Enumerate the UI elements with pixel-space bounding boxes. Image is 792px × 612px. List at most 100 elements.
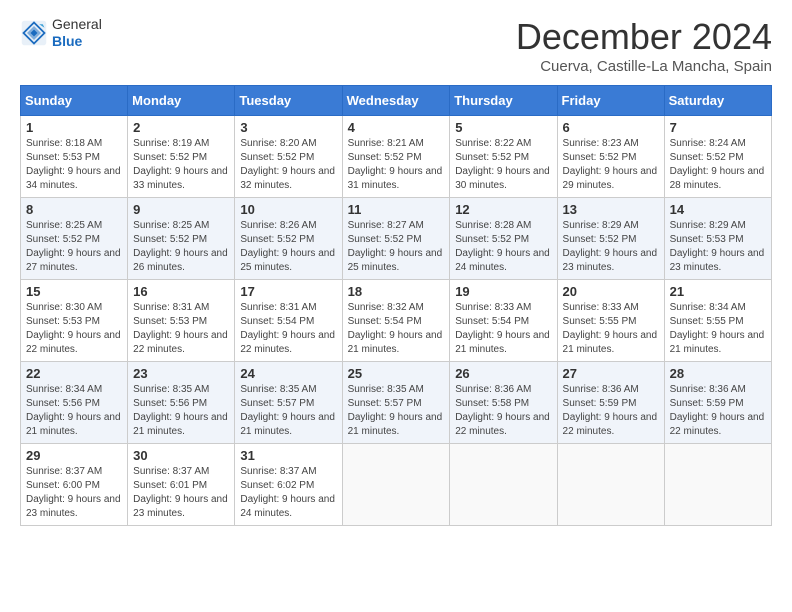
day-number: 9 (133, 202, 229, 217)
day-number: 23 (133, 366, 229, 381)
day-number: 2 (133, 120, 229, 135)
day-number: 7 (670, 120, 766, 135)
day-info: Sunrise: 8:35 AM Sunset: 5:56 PM Dayligh… (133, 383, 229, 439)
day-info: Sunrise: 8:28 AM Sunset: 5:52 PM Dayligh… (455, 219, 551, 275)
header-thursday: Thursday (450, 86, 557, 116)
day-info: Sunrise: 8:20 AM Sunset: 5:52 PM Dayligh… (240, 137, 336, 193)
calendar-header-row: Sunday Monday Tuesday Wednesday Thursday… (21, 86, 772, 116)
day-number: 22 (26, 366, 122, 381)
day-number: 20 (563, 284, 659, 299)
day-number: 26 (455, 366, 551, 381)
day-number: 8 (26, 202, 122, 217)
header-tuesday: Tuesday (235, 86, 342, 116)
day-number: 13 (563, 202, 659, 217)
table-row: 22 Sunrise: 8:34 AM Sunset: 5:56 PM Dayl… (21, 362, 128, 444)
table-row: 6 Sunrise: 8:23 AM Sunset: 5:52 PM Dayli… (557, 116, 664, 198)
table-row: 4 Sunrise: 8:21 AM Sunset: 5:52 PM Dayli… (342, 116, 450, 198)
day-number: 16 (133, 284, 229, 299)
calendar-week-row: 29 Sunrise: 8:37 AM Sunset: 6:00 PM Dayl… (21, 444, 772, 526)
table-row: 30 Sunrise: 8:37 AM Sunset: 6:01 PM Dayl… (128, 444, 235, 526)
header-sunday: Sunday (21, 86, 128, 116)
table-row: 17 Sunrise: 8:31 AM Sunset: 5:54 PM Dayl… (235, 280, 342, 362)
logo-blue-text: Blue (52, 33, 102, 50)
day-info: Sunrise: 8:29 AM Sunset: 5:52 PM Dayligh… (563, 219, 659, 275)
table-row: 27 Sunrise: 8:36 AM Sunset: 5:59 PM Dayl… (557, 362, 664, 444)
calendar-week-row: 8 Sunrise: 8:25 AM Sunset: 5:52 PM Dayli… (21, 198, 772, 280)
table-row: 20 Sunrise: 8:33 AM Sunset: 5:55 PM Dayl… (557, 280, 664, 362)
day-number: 17 (240, 284, 336, 299)
day-number: 19 (455, 284, 551, 299)
table-row (557, 444, 664, 526)
day-info: Sunrise: 8:26 AM Sunset: 5:52 PM Dayligh… (240, 219, 336, 275)
table-row: 12 Sunrise: 8:28 AM Sunset: 5:52 PM Dayl… (450, 198, 557, 280)
table-row (664, 444, 771, 526)
calendar-week-row: 1 Sunrise: 8:18 AM Sunset: 5:53 PM Dayli… (21, 116, 772, 198)
page-header: General Blue December 2024 Cuerva, Casti… (20, 16, 772, 75)
table-row: 13 Sunrise: 8:29 AM Sunset: 5:52 PM Dayl… (557, 198, 664, 280)
table-row: 1 Sunrise: 8:18 AM Sunset: 5:53 PM Dayli… (21, 116, 128, 198)
title-block: December 2024 Cuerva, Castille-La Mancha… (516, 16, 772, 75)
table-row: 19 Sunrise: 8:33 AM Sunset: 5:54 PM Dayl… (450, 280, 557, 362)
header-friday: Friday (557, 86, 664, 116)
day-number: 12 (455, 202, 551, 217)
day-info: Sunrise: 8:37 AM Sunset: 6:01 PM Dayligh… (133, 465, 229, 521)
table-row: 2 Sunrise: 8:19 AM Sunset: 5:52 PM Dayli… (128, 116, 235, 198)
day-info: Sunrise: 8:27 AM Sunset: 5:52 PM Dayligh… (348, 219, 445, 275)
day-number: 10 (240, 202, 336, 217)
table-row (450, 444, 557, 526)
day-info: Sunrise: 8:19 AM Sunset: 5:52 PM Dayligh… (133, 137, 229, 193)
day-info: Sunrise: 8:23 AM Sunset: 5:52 PM Dayligh… (563, 137, 659, 193)
header-monday: Monday (128, 86, 235, 116)
day-info: Sunrise: 8:35 AM Sunset: 5:57 PM Dayligh… (348, 383, 445, 439)
logo: General Blue (20, 16, 102, 50)
day-number: 24 (240, 366, 336, 381)
day-info: Sunrise: 8:36 AM Sunset: 5:59 PM Dayligh… (670, 383, 766, 439)
table-row: 8 Sunrise: 8:25 AM Sunset: 5:52 PM Dayli… (21, 198, 128, 280)
calendar-week-row: 22 Sunrise: 8:34 AM Sunset: 5:56 PM Dayl… (21, 362, 772, 444)
table-row: 29 Sunrise: 8:37 AM Sunset: 6:00 PM Dayl… (21, 444, 128, 526)
table-row: 9 Sunrise: 8:25 AM Sunset: 5:52 PM Dayli… (128, 198, 235, 280)
day-info: Sunrise: 8:22 AM Sunset: 5:52 PM Dayligh… (455, 137, 551, 193)
day-info: Sunrise: 8:30 AM Sunset: 5:53 PM Dayligh… (26, 301, 122, 357)
table-row: 25 Sunrise: 8:35 AM Sunset: 5:57 PM Dayl… (342, 362, 450, 444)
day-number: 3 (240, 120, 336, 135)
day-number: 14 (670, 202, 766, 217)
calendar-table: Sunday Monday Tuesday Wednesday Thursday… (20, 85, 772, 526)
logo-general-text: General (52, 16, 102, 33)
day-info: Sunrise: 8:21 AM Sunset: 5:52 PM Dayligh… (348, 137, 445, 193)
calendar-week-row: 15 Sunrise: 8:30 AM Sunset: 5:53 PM Dayl… (21, 280, 772, 362)
table-row: 11 Sunrise: 8:27 AM Sunset: 5:52 PM Dayl… (342, 198, 450, 280)
header-wednesday: Wednesday (342, 86, 450, 116)
table-row: 10 Sunrise: 8:26 AM Sunset: 5:52 PM Dayl… (235, 198, 342, 280)
day-number: 28 (670, 366, 766, 381)
table-row: 7 Sunrise: 8:24 AM Sunset: 5:52 PM Dayli… (664, 116, 771, 198)
day-info: Sunrise: 8:33 AM Sunset: 5:55 PM Dayligh… (563, 301, 659, 357)
day-info: Sunrise: 8:31 AM Sunset: 5:54 PM Dayligh… (240, 301, 336, 357)
logo-icon (20, 19, 48, 47)
day-info: Sunrise: 8:18 AM Sunset: 5:53 PM Dayligh… (26, 137, 122, 193)
day-number: 5 (455, 120, 551, 135)
day-number: 11 (348, 202, 445, 217)
day-info: Sunrise: 8:33 AM Sunset: 5:54 PM Dayligh… (455, 301, 551, 357)
table-row: 31 Sunrise: 8:37 AM Sunset: 6:02 PM Dayl… (235, 444, 342, 526)
table-row: 16 Sunrise: 8:31 AM Sunset: 5:53 PM Dayl… (128, 280, 235, 362)
day-info: Sunrise: 8:25 AM Sunset: 5:52 PM Dayligh… (133, 219, 229, 275)
day-info: Sunrise: 8:29 AM Sunset: 5:53 PM Dayligh… (670, 219, 766, 275)
table-row: 28 Sunrise: 8:36 AM Sunset: 5:59 PM Dayl… (664, 362, 771, 444)
header-saturday: Saturday (664, 86, 771, 116)
day-info: Sunrise: 8:37 AM Sunset: 6:00 PM Dayligh… (26, 465, 122, 521)
table-row: 26 Sunrise: 8:36 AM Sunset: 5:58 PM Dayl… (450, 362, 557, 444)
day-info: Sunrise: 8:32 AM Sunset: 5:54 PM Dayligh… (348, 301, 445, 357)
table-row: 3 Sunrise: 8:20 AM Sunset: 5:52 PM Dayli… (235, 116, 342, 198)
day-number: 15 (26, 284, 122, 299)
table-row: 23 Sunrise: 8:35 AM Sunset: 5:56 PM Dayl… (128, 362, 235, 444)
day-number: 1 (26, 120, 122, 135)
day-info: Sunrise: 8:31 AM Sunset: 5:53 PM Dayligh… (133, 301, 229, 357)
table-row: 15 Sunrise: 8:30 AM Sunset: 5:53 PM Dayl… (21, 280, 128, 362)
day-number: 30 (133, 448, 229, 463)
day-info: Sunrise: 8:34 AM Sunset: 5:56 PM Dayligh… (26, 383, 122, 439)
day-number: 25 (348, 366, 445, 381)
day-number: 4 (348, 120, 445, 135)
day-info: Sunrise: 8:25 AM Sunset: 5:52 PM Dayligh… (26, 219, 122, 275)
day-number: 21 (670, 284, 766, 299)
